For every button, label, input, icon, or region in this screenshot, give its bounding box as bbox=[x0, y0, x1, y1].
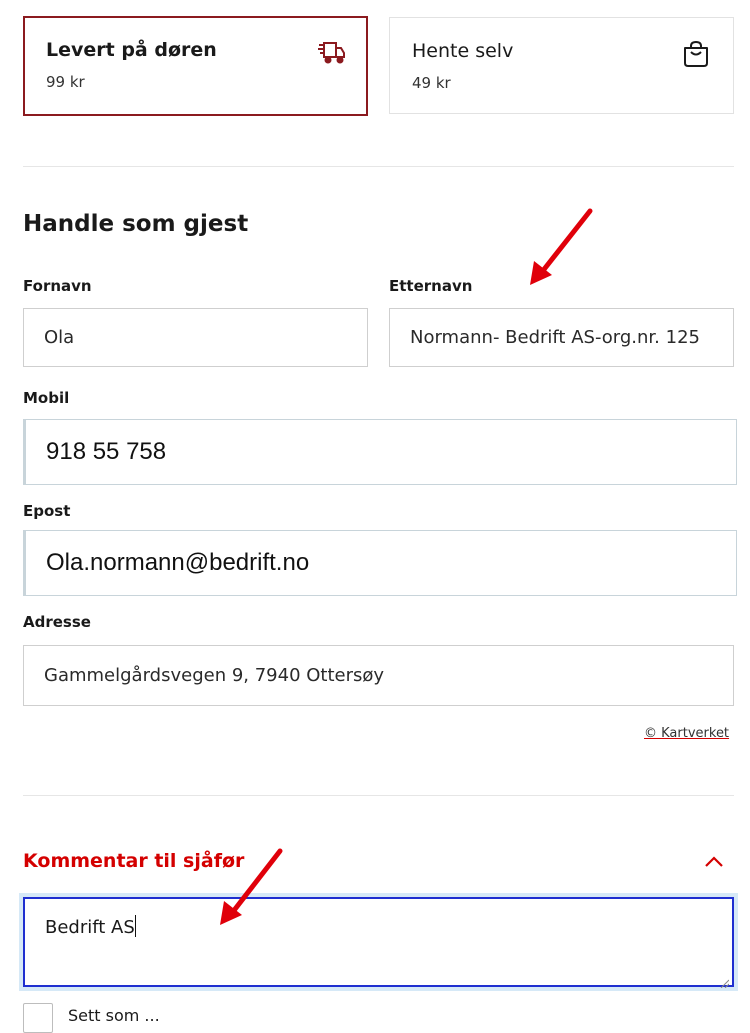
address-field[interactable]: Gammelgårdsvegen 9, 7940 Ottersøy bbox=[23, 645, 734, 706]
delivery-option-price: 49 kr bbox=[412, 74, 451, 92]
annotation-arrow-icon bbox=[530, 208, 593, 285]
first-name-field[interactable]: Ola bbox=[23, 308, 368, 367]
mobile-field[interactable]: 918 55 758 bbox=[23, 419, 737, 485]
text-caret bbox=[134, 915, 136, 937]
comment-textarea[interactable]: Bedrift AS bbox=[23, 897, 734, 989]
delivery-truck-icon bbox=[317, 39, 347, 69]
annotation-arrow-icon bbox=[220, 848, 283, 925]
chevron-up-icon[interactable] bbox=[704, 853, 724, 869]
email-field[interactable]: Ola.normann@bedrift.no bbox=[23, 530, 737, 596]
last-name-label: Etternavn bbox=[389, 277, 473, 295]
resize-grip-icon[interactable] bbox=[719, 972, 730, 989]
comment-text: Bedrift AS bbox=[45, 917, 135, 938]
mobile-label: Mobil bbox=[23, 389, 70, 407]
divider bbox=[23, 795, 734, 796]
shopping-bag-icon bbox=[681, 39, 711, 69]
last-name-field[interactable]: Normann- Bedrift AS-org.nr. 125 bbox=[389, 308, 734, 367]
delivery-option-home[interactable]: Levert på døren 99 kr bbox=[23, 16, 368, 116]
map-credit-link[interactable]: © Kartverket bbox=[644, 726, 729, 741]
delivery-option-title: Levert på døren bbox=[46, 39, 217, 61]
divider bbox=[23, 166, 734, 167]
delivery-option-price: 99 kr bbox=[46, 73, 85, 91]
email-label: Epost bbox=[23, 502, 71, 520]
guest-heading: Handle som gjest bbox=[23, 211, 249, 237]
address-label: Adresse bbox=[23, 613, 91, 631]
first-name-label: Fornavn bbox=[23, 277, 92, 295]
checkbox-label[interactable]: Sett som ... bbox=[68, 1006, 160, 1025]
delivery-option-title: Hente selv bbox=[412, 40, 514, 62]
checkbox[interactable] bbox=[23, 1003, 53, 1033]
delivery-option-pickup[interactable]: Hente selv 49 kr bbox=[389, 17, 734, 114]
